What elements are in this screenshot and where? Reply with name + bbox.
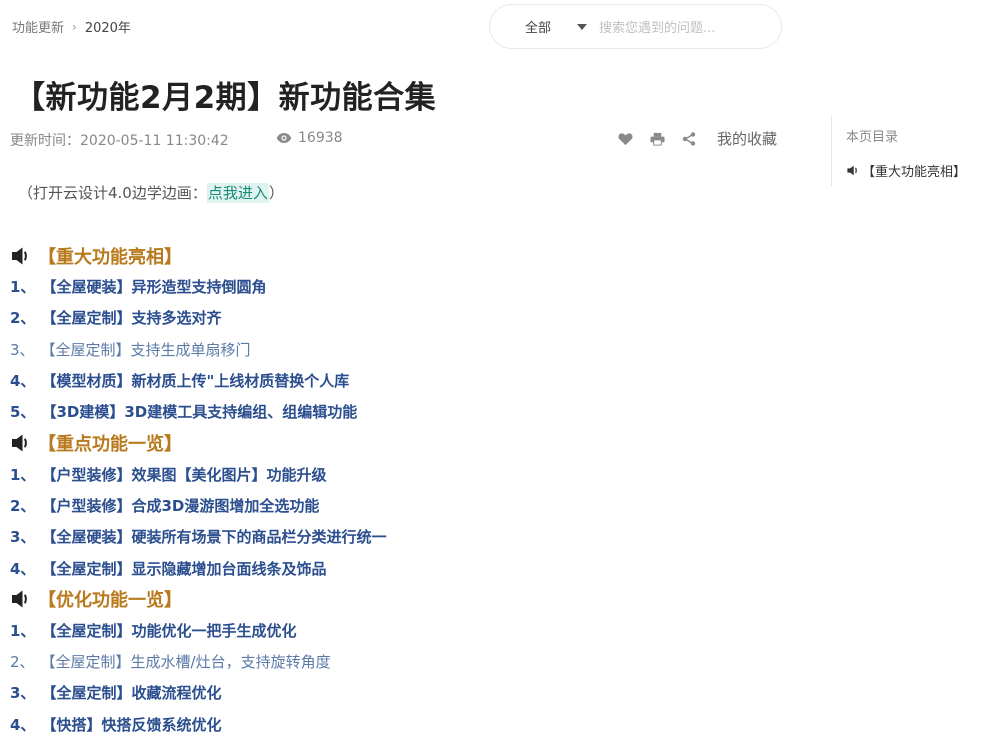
speaker-icon: [12, 247, 27, 264]
search-scope-select[interactable]: 全部: [525, 17, 567, 36]
item-text: 【全屋定制】功能优化一把手生成优化: [41, 621, 297, 640]
item-number: 4、: [10, 715, 36, 734]
list-item[interactable]: 4、 【模型材质】新材质上传"上线材质替换个人库: [10, 365, 790, 396]
intro-text: （打开云设计4.0边学边画：点我进入）: [18, 182, 284, 203]
section-heading: 【优化功能一览】: [10, 584, 790, 615]
item-text: 【全屋定制】显示隐藏增加台面线条及饰品: [41, 559, 327, 578]
section-title: 【重点功能一览】: [38, 433, 182, 455]
item-text: 【全屋硬装】硬装所有场景下的商品栏分类进行统一: [41, 528, 387, 547]
item-number: 3、: [10, 528, 36, 547]
item-number: 2、: [10, 309, 36, 328]
update-time: 更新时间：2020-05-11 11:30:42: [10, 133, 229, 149]
item-text: 【3D建模】3D建模工具支持编组、组编辑功能: [41, 403, 358, 422]
heart-icon[interactable]: [617, 131, 633, 147]
list-item[interactable]: 4、 【快搭】快搭反馈系统优化: [10, 709, 790, 740]
speaker-icon: [12, 590, 27, 608]
section-heading: 【重点功能一览】: [10, 427, 790, 458]
share-icon[interactable]: [681, 131, 697, 147]
item-text: 【户型装修】合成3D漫游图增加全选功能: [41, 496, 320, 515]
item-number: 1、: [10, 621, 36, 640]
item-text: 【全屋定制】收藏流程优化: [41, 684, 222, 703]
item-text: 【全屋定制】支持多选对齐: [41, 309, 222, 328]
toc-item-label: 【重大功能亮相】: [862, 165, 967, 180]
item-number: 1、: [10, 465, 36, 484]
section-heading: 【重大功能亮相】: [10, 240, 790, 271]
list-item[interactable]: 1、 【全屋定制】功能优化一把手生成优化: [10, 615, 790, 646]
list-item[interactable]: 5、 【3D建模】3D建模工具支持编组、组编辑功能: [10, 396, 790, 427]
item-number: 4、: [10, 559, 36, 578]
list-item[interactable]: 2、 【全屋定制】支持多选对齐: [10, 302, 790, 333]
article-actions: 我的收藏: [617, 128, 777, 149]
breadcrumb-separator: ›: [72, 19, 77, 34]
item-number: 1、: [10, 278, 36, 297]
item-number: 5、: [10, 403, 36, 422]
item-text: 【全屋定制】生成水槽/灶台，支持旋转角度: [40, 653, 331, 672]
article-meta: 更新时间：2020-05-11 11:30:42 16938: [10, 130, 343, 150]
toc-title: 本页目录: [846, 130, 899, 145]
section-title: 【优化功能一览】: [38, 590, 182, 612]
list-item[interactable]: 3、 【全屋硬装】硬装所有场景下的商品栏分类进行统一: [10, 521, 790, 552]
search-input[interactable]: 搜索您遇到的问题...: [599, 17, 715, 36]
my-favorites-link[interactable]: 我的收藏: [717, 128, 777, 149]
item-text: 【模型材质】新材质上传"上线材质替换个人库: [41, 372, 350, 391]
list-item[interactable]: 3、 【全屋定制】收藏流程优化: [10, 677, 790, 708]
print-icon[interactable]: [649, 131, 665, 147]
list-item[interactable]: 2、 【户型装修】合成3D漫游图增加全选功能: [10, 490, 790, 521]
speaker-icon: [847, 165, 857, 176]
list-item[interactable]: 1、 【户型装修】效果图【美化图片】功能升级: [10, 458, 790, 489]
search-bar[interactable]: 全部 搜索您遇到的问题...: [489, 4, 782, 49]
section-title: 【重大功能亮相】: [38, 246, 182, 268]
item-number: 2、: [10, 653, 35, 672]
view-count: 16938: [276, 130, 343, 146]
intro-prefix: （打开云设计4.0边学边画：: [18, 184, 207, 202]
item-text: 【全屋定制】支持生成单扇移门: [40, 340, 251, 359]
view-count-value: 16938: [298, 130, 343, 146]
list-item[interactable]: 2、 【全屋定制】生成水槽/灶台，支持旋转角度: [10, 646, 790, 677]
intro-suffix: ）: [268, 184, 284, 202]
item-number: 3、: [10, 684, 36, 703]
breadcrumb: 功能更新 › 2020年: [12, 17, 131, 37]
eye-icon: [276, 133, 292, 143]
table-of-contents: 本页目录 【重大功能亮相】: [831, 116, 991, 186]
list-item[interactable]: 3、 【全屋定制】支持生成单扇移门: [10, 334, 790, 365]
caret-down-icon[interactable]: [577, 23, 587, 30]
breadcrumb-parent[interactable]: 功能更新: [12, 17, 64, 36]
speaker-icon: [12, 434, 27, 452]
item-number: 2、: [10, 496, 36, 515]
list-item[interactable]: 4、 【全屋定制】显示隐藏增加台面线条及饰品: [10, 552, 790, 583]
item-text: 【户型装修】效果图【美化图片】功能升级: [41, 465, 327, 484]
breadcrumb-current[interactable]: 2020年: [85, 17, 131, 36]
page-title: 【新功能2月2期】新功能合集: [14, 80, 437, 116]
toc-item[interactable]: 【重大功能亮相】: [846, 161, 966, 180]
item-text: 【快搭】快搭反馈系统优化: [41, 715, 222, 734]
item-number: 3、: [10, 340, 35, 359]
item-number: 4、: [10, 372, 36, 391]
item-text: 【全屋硬装】异形造型支持倒圆角: [41, 278, 267, 297]
article-content: 【重大功能亮相】 1、 【全屋硬装】异形造型支持倒圆角 2、 【全屋定制】支持多选对…: [10, 240, 790, 740]
list-item[interactable]: 1、 【全屋硬装】异形造型支持倒圆角: [10, 271, 790, 302]
enter-link[interactable]: 点我进入: [206, 183, 269, 203]
